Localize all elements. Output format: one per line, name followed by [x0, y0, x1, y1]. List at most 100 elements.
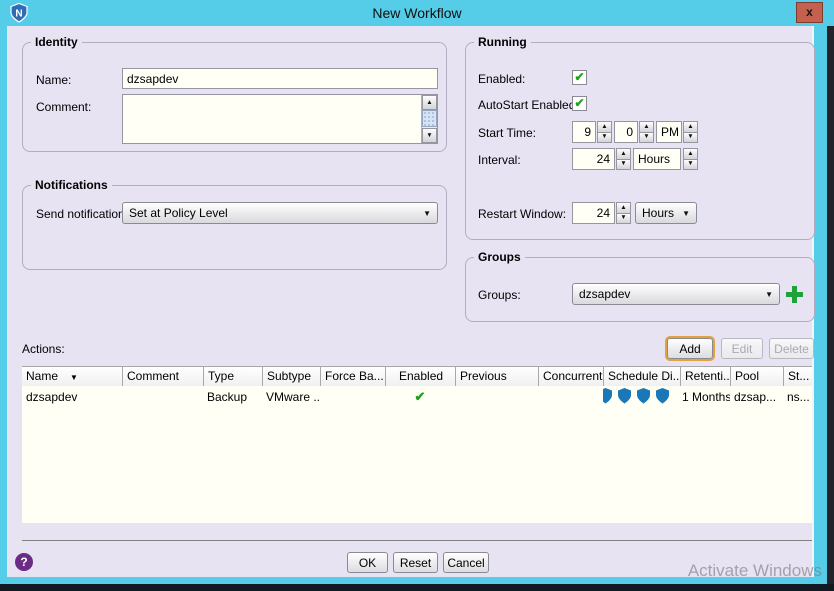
column-header-comment[interactable]: Comment	[122, 367, 203, 386]
comment-scrollbar[interactable]: ▲ ▼	[421, 95, 437, 143]
column-header-pool[interactable]: Pool	[730, 367, 783, 386]
cell-schedule	[603, 386, 680, 408]
footer-divider	[22, 540, 812, 541]
shield-icon	[656, 388, 669, 404]
column-header-schedule[interactable]: Schedule Di...	[603, 367, 680, 386]
start-ampm-field[interactable]: PM	[656, 121, 682, 143]
column-header-concurrent[interactable]: Concurrent	[538, 367, 603, 386]
column-header-force-backup[interactable]: Force Ba...	[320, 367, 385, 386]
name-input[interactable]	[122, 68, 438, 89]
spin-down-icon[interactable]: ▼	[639, 133, 654, 144]
spin-down-icon[interactable]: ▼	[616, 214, 631, 225]
interval-label: Interval:	[478, 153, 521, 167]
autostart-label: AutoStart Enabled:	[478, 98, 579, 112]
actions-table-header: Name▼ Comment Type Subtype Force Ba... E…	[22, 366, 812, 386]
start-minute-field[interactable]: 0	[614, 121, 638, 143]
cell-concurrent	[538, 386, 603, 408]
spin-down-icon[interactable]: ▼	[597, 133, 612, 144]
column-header-start[interactable]: St...	[783, 367, 812, 386]
shield-icon	[603, 388, 612, 404]
start-hour-stepper[interactable]: ▲ ▼	[597, 121, 612, 143]
cell-enabled: ✔	[385, 386, 455, 408]
cell-type: Backup	[203, 386, 262, 408]
start-minute-stepper[interactable]: ▲ ▼	[639, 121, 654, 143]
close-button[interactable]: x	[796, 2, 823, 23]
start-hour-field[interactable]: 9	[572, 121, 596, 143]
interval-unit-stepper[interactable]: ▲ ▼	[683, 148, 698, 170]
cell-comment	[122, 386, 203, 408]
desktop-edge	[827, 26, 834, 584]
comment-textarea[interactable]: ▲ ▼	[122, 94, 438, 144]
interval-stepper[interactable]: ▲ ▼	[616, 148, 631, 170]
scroll-down-icon[interactable]: ▼	[422, 128, 437, 143]
restart-value-field[interactable]: 24	[572, 202, 615, 224]
restart-window-label: Restart Window:	[478, 207, 566, 221]
cell-start: ns...	[783, 386, 812, 408]
new-workflow-dialog: New Workflow N x Identity Name: Comment:…	[0, 0, 834, 591]
groups-dropdown[interactable]: dzsapdev ▼	[572, 283, 780, 305]
add-action-button[interactable]: Add	[667, 338, 713, 359]
shield-icon	[618, 388, 631, 404]
actions-label: Actions:	[22, 342, 65, 356]
enabled-checkbox[interactable]: ✔	[572, 70, 587, 85]
spin-up-icon[interactable]: ▲	[616, 148, 631, 160]
spin-down-icon[interactable]: ▼	[683, 133, 698, 144]
start-time-label: Start Time:	[478, 126, 536, 140]
start-ampm-stepper[interactable]: ▲ ▼	[683, 121, 698, 143]
edit-action-button[interactable]: Edit	[721, 338, 763, 359]
chevron-down-icon: ▼	[765, 291, 773, 299]
column-header-subtype[interactable]: Subtype	[262, 367, 320, 386]
activate-windows-watermark: Activate Windows	[688, 561, 822, 581]
identity-legend: Identity	[31, 35, 82, 49]
check-icon: ✔	[415, 389, 426, 404]
restart-unit-value: Hours	[642, 206, 674, 220]
column-header-retention[interactable]: Retenti...	[680, 367, 730, 386]
notifications-groupbox: Notifications	[22, 185, 447, 270]
plus-icon	[786, 292, 803, 297]
notifications-legend: Notifications	[31, 178, 112, 192]
help-button[interactable]: ?	[15, 553, 33, 571]
groups-value: dzsapdev	[579, 287, 630, 301]
sort-desc-icon: ▼	[70, 373, 78, 382]
cancel-button[interactable]: Cancel	[443, 552, 489, 573]
scrollbar-thumb[interactable]	[422, 110, 437, 127]
svg-text:N: N	[15, 9, 22, 20]
autostart-checkbox[interactable]: ✔	[572, 96, 587, 111]
groups-legend: Groups	[474, 250, 525, 264]
comment-label: Comment:	[36, 100, 91, 114]
table-row[interactable]: dzsapdev Backup VMware ... ✔	[22, 386, 812, 408]
check-icon: ✔	[574, 70, 584, 84]
spin-up-icon[interactable]: ▲	[683, 148, 698, 160]
column-header-previous[interactable]: Previous	[455, 367, 538, 386]
reset-button[interactable]: Reset	[393, 552, 438, 573]
cell-pool: dzsap...	[730, 386, 783, 408]
title-bar[interactable]: New Workflow N x	[0, 0, 834, 26]
ok-button[interactable]: OK	[347, 552, 388, 573]
spin-up-icon[interactable]: ▲	[639, 121, 654, 133]
taskbar-edge	[0, 584, 834, 591]
cell-subtype: VMware ...	[262, 386, 320, 408]
cell-name: dzsapdev	[22, 386, 122, 408]
cell-previous	[455, 386, 538, 408]
chevron-down-icon: ▼	[423, 210, 431, 218]
restart-stepper[interactable]: ▲ ▼	[616, 202, 631, 224]
send-notification-value: Set at Policy Level	[129, 206, 228, 220]
delete-action-button[interactable]: Delete	[769, 338, 814, 359]
column-header-type[interactable]: Type	[203, 367, 262, 386]
cell-retention: 1 Months	[680, 386, 730, 408]
spin-down-icon[interactable]: ▼	[616, 160, 631, 171]
send-notification-dropdown[interactable]: Set at Policy Level ▼	[122, 202, 438, 224]
spin-up-icon[interactable]: ▲	[616, 202, 631, 214]
spin-down-icon[interactable]: ▼	[683, 160, 698, 171]
restart-unit-dropdown[interactable]: Hours ▼	[635, 202, 697, 224]
interval-unit-field[interactable]: Hours	[633, 148, 681, 170]
scroll-up-icon[interactable]: ▲	[422, 95, 437, 110]
spin-up-icon[interactable]: ▲	[597, 121, 612, 133]
column-header-enabled[interactable]: Enabled	[385, 367, 455, 386]
enabled-label: Enabled:	[478, 72, 525, 86]
add-group-button[interactable]	[786, 286, 803, 303]
dialog-title: New Workflow	[0, 0, 834, 26]
interval-value-field[interactable]: 24	[572, 148, 615, 170]
spin-up-icon[interactable]: ▲	[683, 121, 698, 133]
column-header-name[interactable]: Name▼	[22, 367, 122, 386]
